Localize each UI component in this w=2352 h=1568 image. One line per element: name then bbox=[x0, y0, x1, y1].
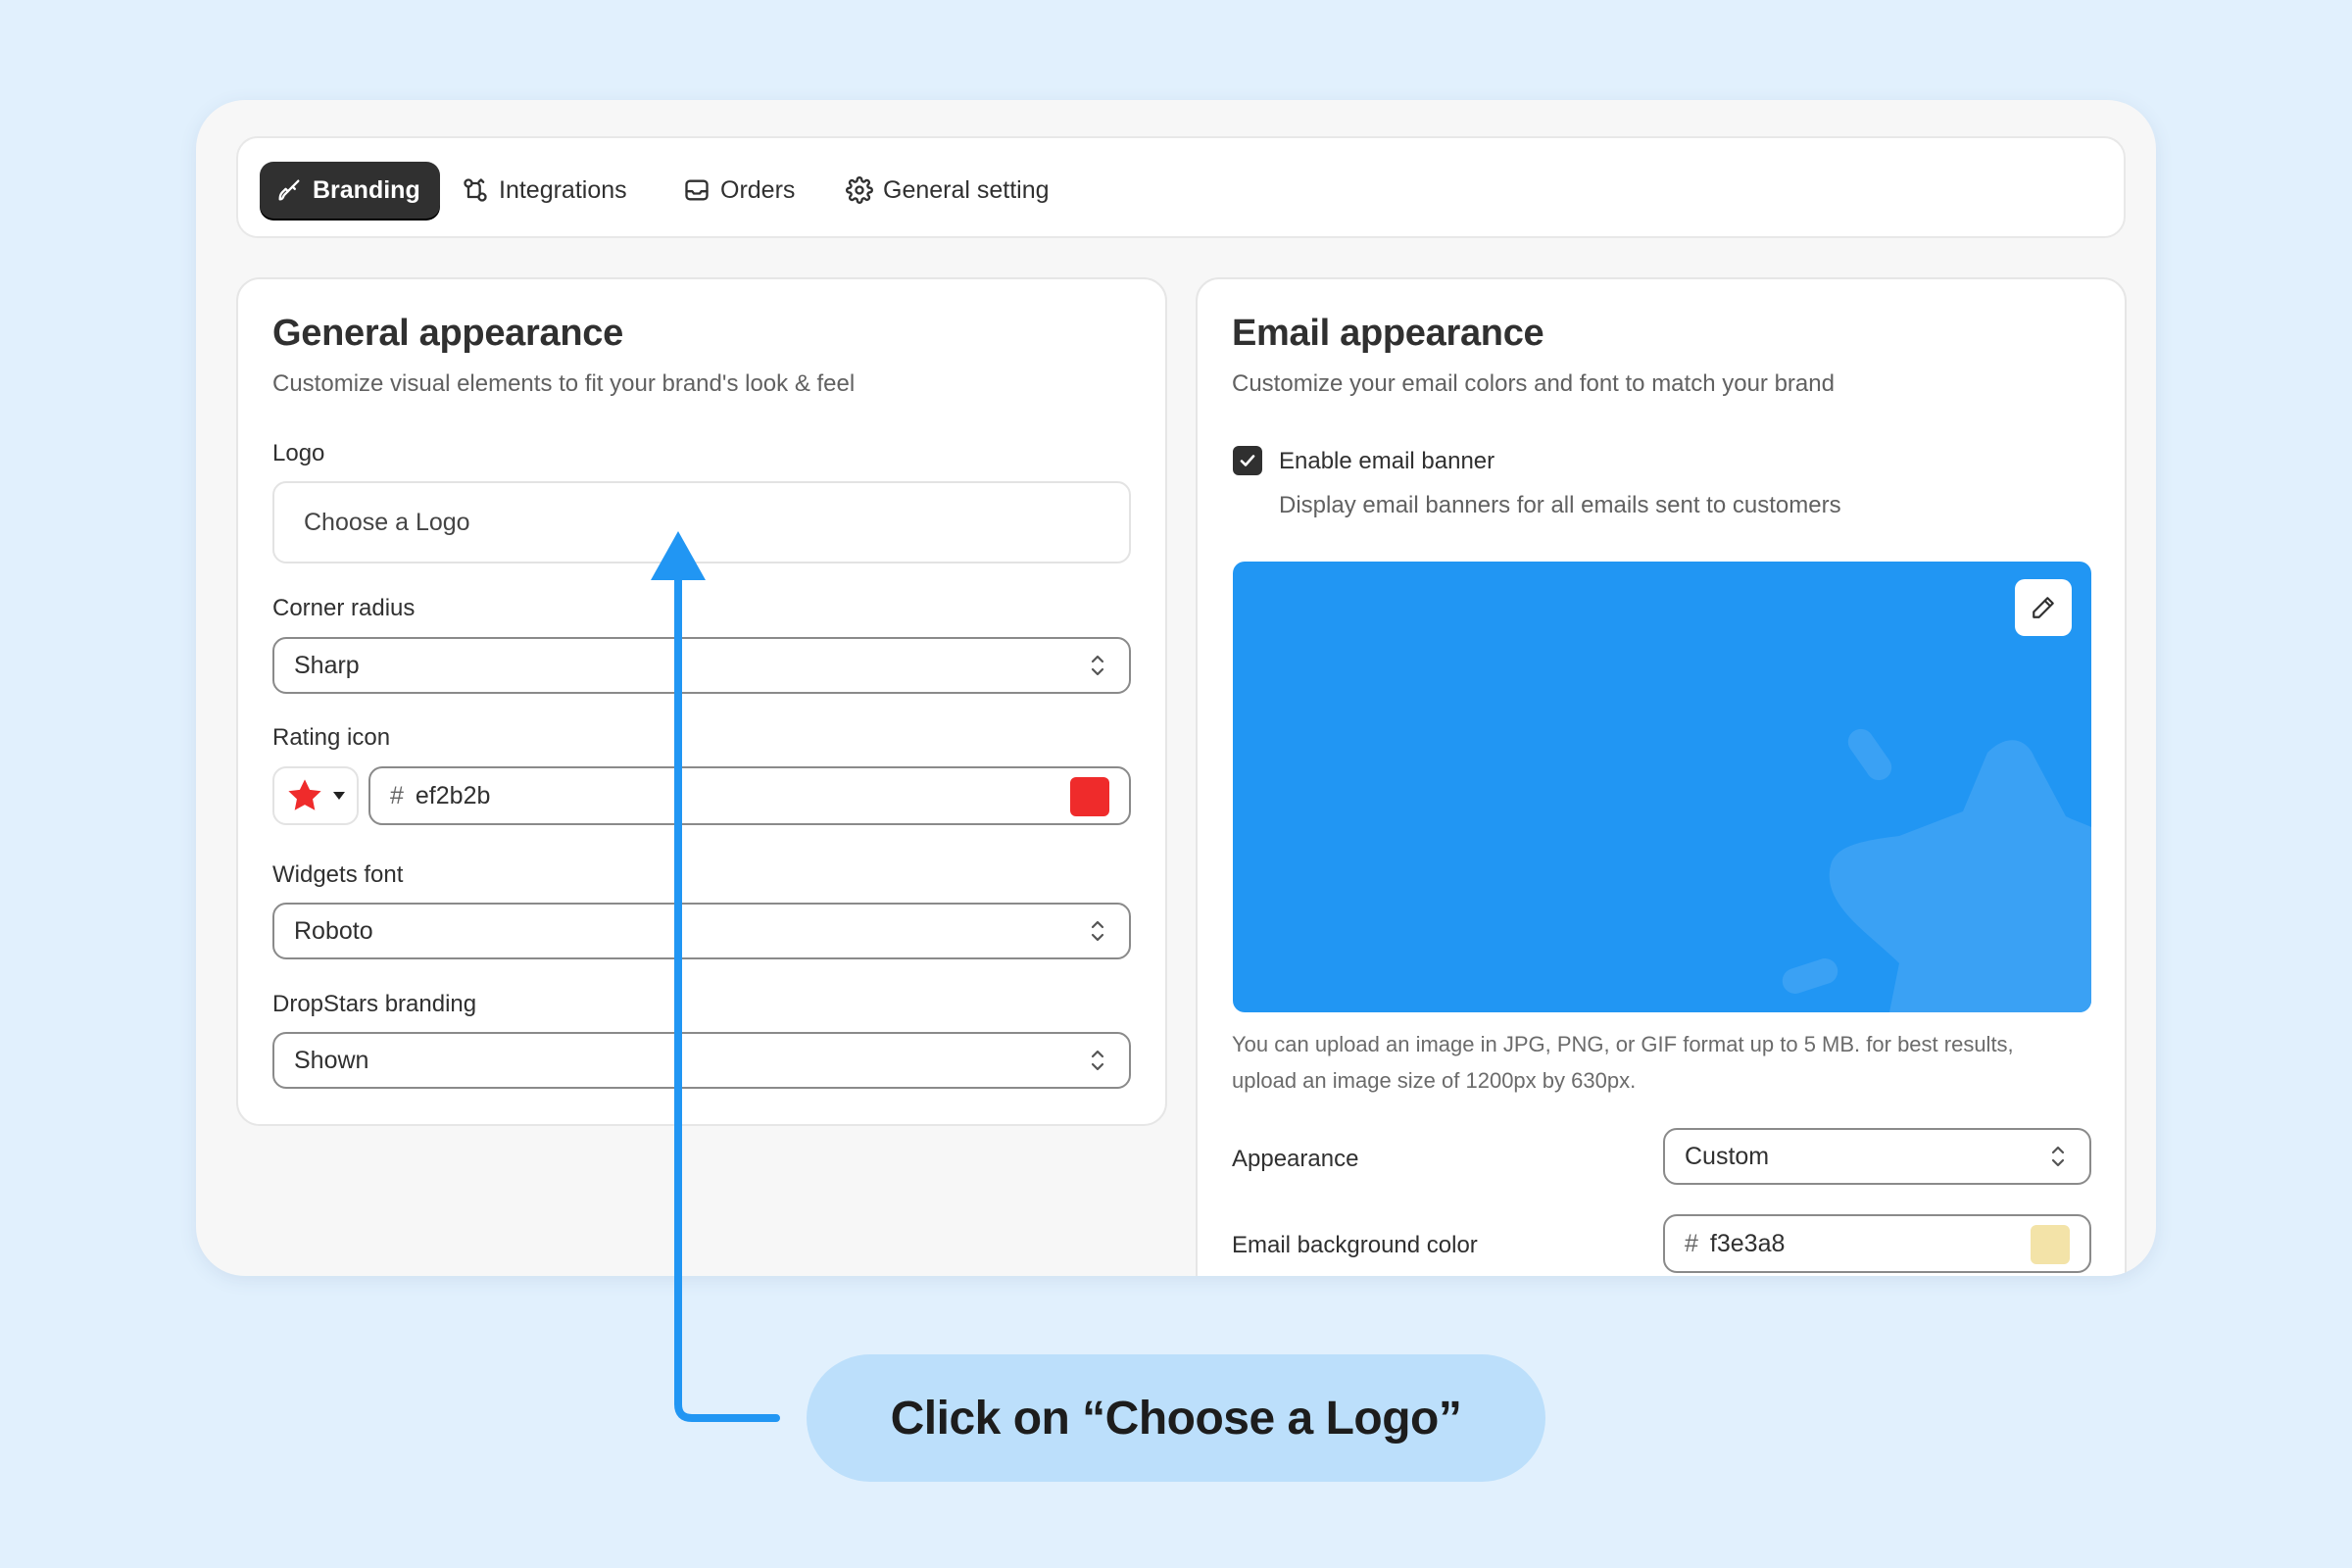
appearance-label: Appearance bbox=[1232, 1146, 1359, 1172]
dropstars-branding-select[interactable]: Shown bbox=[272, 1032, 1131, 1089]
upload-help-line1: You can upload an image in JPG, PNG, or … bbox=[1232, 1032, 2014, 1056]
choose-logo-placeholder: Choose a Logo bbox=[304, 508, 470, 536]
inbox-icon bbox=[685, 179, 709, 201]
email-bg-color-swatch[interactable] bbox=[2031, 1225, 2070, 1264]
instruction-callout: Click on “Choose a Logo” bbox=[807, 1354, 1545, 1482]
tab-bar: Branding Integrations Orders General set… bbox=[236, 136, 2126, 238]
tab-integrations[interactable]: Integrations bbox=[462, 162, 627, 219]
chevron-updown-icon bbox=[1091, 1050, 1104, 1071]
email-bg-color-value: f3e3a8 bbox=[1709, 1229, 1786, 1257]
settings-window: Branding Integrations Orders General set… bbox=[196, 100, 2156, 1276]
chevron-updown-icon bbox=[2051, 1146, 2065, 1167]
pencil-icon bbox=[2033, 597, 2054, 618]
widgets-font-value: Roboto bbox=[294, 916, 373, 945]
tab-orders-label: Orders bbox=[720, 175, 796, 204]
corner-radius-label: Corner radius bbox=[272, 595, 416, 621]
tab-integrations-label: Integrations bbox=[499, 175, 627, 204]
rating-color-input[interactable]: # ef2b2b bbox=[368, 766, 1131, 825]
choose-logo-field[interactable]: Choose a Logo bbox=[272, 481, 1131, 564]
checkmark-icon bbox=[1240, 455, 1255, 466]
enable-banner-help: Display email banners for all emails sen… bbox=[1279, 492, 1841, 518]
rating-icon-label: Rating icon bbox=[272, 724, 391, 751]
widgets-font-select[interactable]: Roboto bbox=[272, 903, 1131, 959]
logo-label: Logo bbox=[272, 440, 325, 466]
tab-general-setting[interactable]: General setting bbox=[846, 162, 1050, 219]
tab-branding-label: Branding bbox=[313, 175, 420, 204]
enable-banner-checkbox[interactable] bbox=[1233, 446, 1262, 475]
enable-banner-label[interactable]: Enable email banner bbox=[1279, 448, 1494, 475]
rating-hash: # bbox=[390, 781, 404, 809]
upload-help-line2: upload an image size of 1200px by 630px. bbox=[1232, 1068, 1637, 1093]
widgets-font-label: Widgets font bbox=[272, 861, 404, 888]
caret-down-icon bbox=[333, 792, 345, 800]
email-bg-color-input[interactable]: # f3e3a8 bbox=[1663, 1214, 2091, 1273]
email-bg-color-label: Email background color bbox=[1232, 1232, 1478, 1258]
gear-icon bbox=[846, 176, 873, 204]
general-appearance-card: General appearance Customize visual elem… bbox=[236, 277, 1167, 1126]
tab-branding[interactable]: Branding bbox=[260, 162, 440, 219]
chevron-updown-icon bbox=[1091, 920, 1104, 942]
email-appearance-card: Email appearance Customize your email co… bbox=[1196, 277, 2127, 1276]
chevron-updown-icon bbox=[1091, 655, 1104, 676]
corner-radius-value: Sharp bbox=[294, 651, 360, 679]
tab-general-setting-label: General setting bbox=[883, 175, 1050, 204]
banner-star-decoration bbox=[1782, 728, 2091, 1012]
rating-icon-picker[interactable] bbox=[272, 766, 359, 825]
paintbrush-icon bbox=[278, 179, 300, 201]
corner-radius-select[interactable]: Sharp bbox=[272, 637, 1131, 694]
star-icon bbox=[288, 779, 321, 810]
rating-color-value: ef2b2b bbox=[415, 781, 491, 809]
tab-orders[interactable]: Orders bbox=[683, 162, 795, 219]
email-appearance-subtitle: Customize your email colors and font to … bbox=[1232, 370, 1835, 397]
edit-banner-button[interactable] bbox=[2015, 579, 2072, 636]
general-appearance-subtitle: Customize visual elements to fit your br… bbox=[272, 370, 856, 397]
general-appearance-title: General appearance bbox=[272, 313, 623, 354]
appearance-select[interactable]: Custom bbox=[1663, 1128, 2091, 1185]
rating-color-swatch[interactable] bbox=[1070, 777, 1109, 816]
appearance-value: Custom bbox=[1685, 1142, 1770, 1170]
email-banner-image[interactable] bbox=[1233, 562, 2091, 1012]
instruction-text: Click on “Choose a Logo” bbox=[890, 1392, 1462, 1445]
dropstars-branding-value: Shown bbox=[294, 1046, 369, 1074]
dropstars-branding-label: DropStars branding bbox=[272, 991, 477, 1017]
email-bg-hash: # bbox=[1685, 1229, 1698, 1257]
email-appearance-title: Email appearance bbox=[1232, 313, 1544, 354]
integrations-icon bbox=[464, 178, 487, 202]
